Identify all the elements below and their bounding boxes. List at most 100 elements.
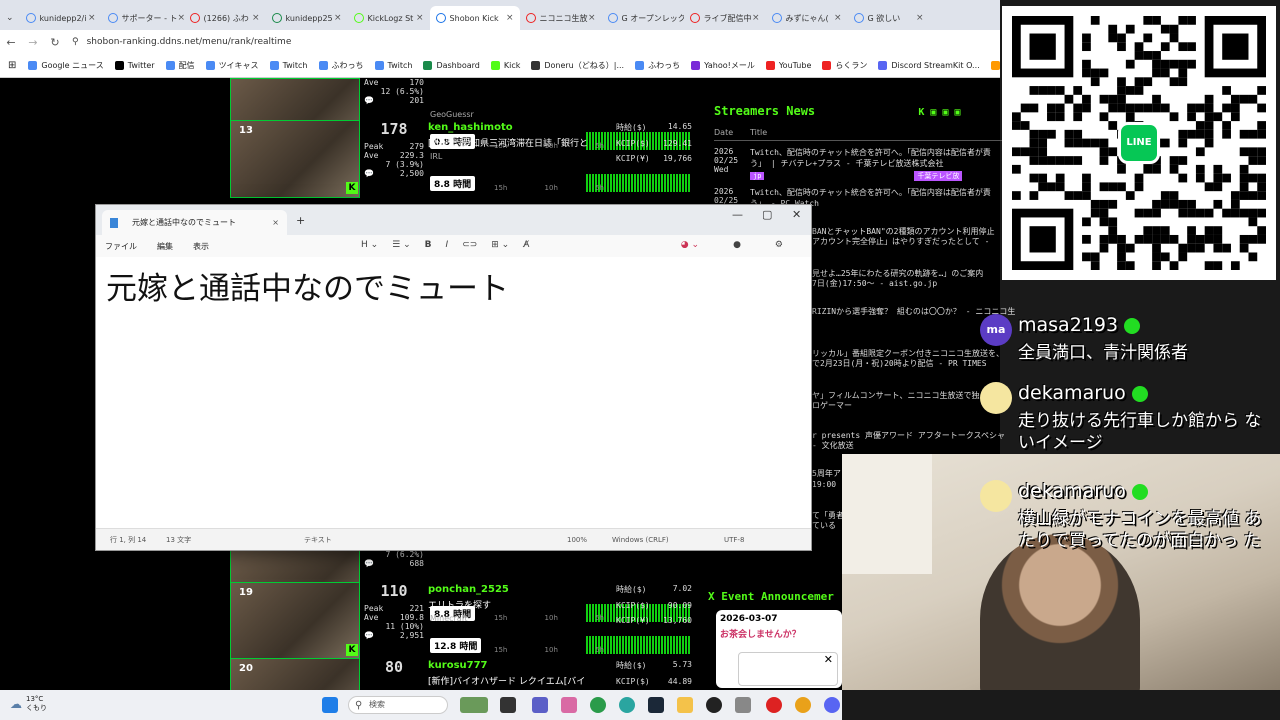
app-grid-icon[interactable] xyxy=(735,697,751,713)
copilot-icon[interactable]: ◕ ⌄ xyxy=(681,240,699,250)
account-icon[interactable]: ● xyxy=(733,240,741,250)
browser-tab[interactable]: G オープンレック× xyxy=(602,6,684,30)
browser-tab[interactable]: KickLogz St × xyxy=(348,6,430,30)
table-icon[interactable]: ⊞ ⌄ xyxy=(491,240,509,250)
bookmark-item[interactable]: Dashboard xyxy=(423,61,480,70)
bookmark-item[interactable]: Twitch xyxy=(374,61,412,70)
close-tab-icon[interactable]: × xyxy=(252,13,260,23)
news-title[interactable]: Twitch、配信時のチャット統合を許可へ。「配信内容は配信者が責 う」 | チバ… xyxy=(750,147,1000,181)
ranking-row[interactable]: 19 K 110 Peak 221 Ave 109.8 11 (10%) 💬 2,951 ponch… xyxy=(230,582,700,662)
taskbar-search[interactable]: ⚲ 検索 xyxy=(348,696,448,714)
copilot-app-icon[interactable] xyxy=(561,697,577,713)
close-tab-icon[interactable]: × xyxy=(272,218,279,227)
close-icon[interactable]: ✕ xyxy=(824,653,833,666)
category-tag[interactable]: IRL xyxy=(430,152,442,161)
menu-edit[interactable]: 編集 xyxy=(157,241,173,252)
italic-icon[interactable]: I xyxy=(446,240,449,250)
bookmark-item[interactable]: Twitter xyxy=(114,61,155,70)
close-button[interactable]: ✕ xyxy=(792,208,801,221)
reload-icon[interactable]: ↻ xyxy=(44,36,66,49)
close-tab-icon[interactable]: × xyxy=(916,13,924,23)
obs-icon[interactable] xyxy=(706,697,722,713)
ranking-row[interactable]: 13 K 178 Peak 279 Ave 229.3 7 (3.9%) 💬 2,500 ken_h… xyxy=(230,120,700,200)
bookmark-item[interactable]: ツイキャス xyxy=(205,60,259,71)
notepad-text-area[interactable]: 元嫁と通話中なのでミュート xyxy=(96,257,811,519)
close-tab-icon[interactable]: × xyxy=(834,13,842,23)
close-tab-icon[interactable]: × xyxy=(334,13,342,23)
browser-tab[interactable]: サポーター - ト × xyxy=(102,6,184,30)
bold-icon[interactable]: B xyxy=(425,240,432,250)
browser-tab[interactable]: Shobon Kick × xyxy=(429,6,520,30)
bookmark-item[interactable]: ふわっち xyxy=(635,60,680,71)
status-zoom[interactable]: 100% xyxy=(567,536,587,544)
bookmark-item[interactable]: Yahoo!メール xyxy=(691,60,755,71)
discord-icon[interactable] xyxy=(824,697,840,713)
category-tag[interactable]: Minecraft xyxy=(430,614,468,623)
bookmark-item[interactable]: Kick xyxy=(490,61,520,70)
bookmark-item[interactable]: Google ニュース xyxy=(28,60,104,71)
stream-thumbnail[interactable]: 13 xyxy=(230,120,360,198)
bookmark-item[interactable]: らくラン xyxy=(822,60,867,71)
new-tab-button[interactable]: + xyxy=(296,214,305,227)
steam-icon[interactable] xyxy=(648,697,664,713)
menu-file[interactable]: ファイル xyxy=(105,241,137,252)
close-tab-icon[interactable]: × xyxy=(178,13,184,23)
status-encoding[interactable]: UTF-8 xyxy=(724,536,744,544)
record-icon[interactable] xyxy=(766,697,782,713)
minimize-button[interactable]: — xyxy=(732,208,743,221)
bookmark-item[interactable]: YouTube xyxy=(765,61,811,70)
maximize-button[interactable]: ▢ xyxy=(762,208,772,221)
task-view-icon[interactable] xyxy=(500,697,516,713)
link-icon[interactable]: ⊂⊃ xyxy=(462,240,477,250)
tab-list-dropdown[interactable]: ⌄ xyxy=(6,13,14,23)
back-icon[interactable]: ← xyxy=(0,36,22,49)
streamer-name[interactable]: ponchan_2525 xyxy=(428,584,509,595)
bookmark-item[interactable]: 配信 xyxy=(165,60,195,71)
url-field[interactable]: shobon-ranking.ddns.net/menu/rank/realti… xyxy=(87,37,292,47)
browser-tab[interactable]: G 欲しい × xyxy=(848,6,930,30)
teams-icon[interactable] xyxy=(532,697,548,713)
chrome-icon[interactable] xyxy=(590,697,606,713)
heading-icon[interactable]: H ⌄ xyxy=(361,240,378,250)
bookmark-item[interactable]: Doneru（どねる）|... xyxy=(531,60,624,71)
close-tab-icon[interactable]: × xyxy=(752,13,760,23)
close-tab-icon[interactable]: × xyxy=(88,13,96,23)
close-tab-icon[interactable]: × xyxy=(506,13,514,23)
menu-view[interactable]: 表示 xyxy=(193,241,209,252)
apps-icon[interactable]: ⊞ xyxy=(8,60,16,71)
bookmark-item[interactable]: Discord StreamKit O... xyxy=(878,61,980,70)
bookmark-item[interactable]: Twitch xyxy=(269,61,308,70)
notepad-tab[interactable]: 元嫁と通話中なのでミュート × xyxy=(102,210,287,235)
browser-tab[interactable]: ライブ配信中 × xyxy=(684,6,766,30)
streamer-name[interactable]: ken_hashimoto xyxy=(428,122,513,133)
status-mode[interactable]: テキスト xyxy=(304,535,332,545)
browser-tab[interactable]: kunidepp2/i × xyxy=(20,6,102,30)
bookmark-item[interactable]: mixi xyxy=(990,61,1000,70)
browser-tab[interactable]: (1266) ふわ × xyxy=(184,6,266,30)
news-item[interactable]: 2026 02/25 Wed Twitch、配信時のチャット統合を許可へ。「配信内… xyxy=(714,147,1004,181)
stream-title[interactable]: [外配信]愛知県三河湾滞在日誌「銀行と xyxy=(428,136,613,149)
widgets-icon[interactable] xyxy=(460,697,488,713)
coin-icon[interactable] xyxy=(795,697,811,713)
stream-thumbnail[interactable]: 19 xyxy=(230,582,360,660)
start-windows-icon[interactable] xyxy=(322,697,338,713)
browser-tab[interactable]: ニコニコ生放 × xyxy=(520,6,602,30)
forward-icon[interactable]: → xyxy=(22,36,44,49)
close-tab-icon[interactable]: × xyxy=(416,13,424,23)
bookmark-item[interactable]: ふわっち xyxy=(318,60,364,71)
settings-gear-icon[interactable]: ⚙ xyxy=(775,240,783,250)
streamer-name[interactable]: kurosu777 xyxy=(428,660,488,671)
stream-title[interactable]: エリトラを探す xyxy=(428,598,613,611)
status-line-ending[interactable]: Windows (CRLF) xyxy=(612,536,669,544)
weather-widget[interactable]: ☁ 13°C くもり xyxy=(10,695,47,713)
browser-tab[interactable]: みずにゃん(× xyxy=(766,6,848,30)
category-tag[interactable]: GeoGuessr xyxy=(430,110,474,119)
browser-tab[interactable]: kunidepp25 × xyxy=(266,6,348,30)
file-explorer-icon[interactable] xyxy=(677,697,693,713)
stream-title[interactable]: [新作]バイオハザード レクイエム[バイ xyxy=(428,674,613,687)
list-icon[interactable]: ☰ ⌄ xyxy=(392,240,410,250)
site-info-icon[interactable]: ⚲ xyxy=(72,37,79,47)
clear-format-icon[interactable]: A̸ xyxy=(523,240,529,250)
x-event-card[interactable]: 2026-03-07 お茶会しませんか？ ✕ xyxy=(716,610,842,688)
edge-icon[interactable] xyxy=(619,697,635,713)
